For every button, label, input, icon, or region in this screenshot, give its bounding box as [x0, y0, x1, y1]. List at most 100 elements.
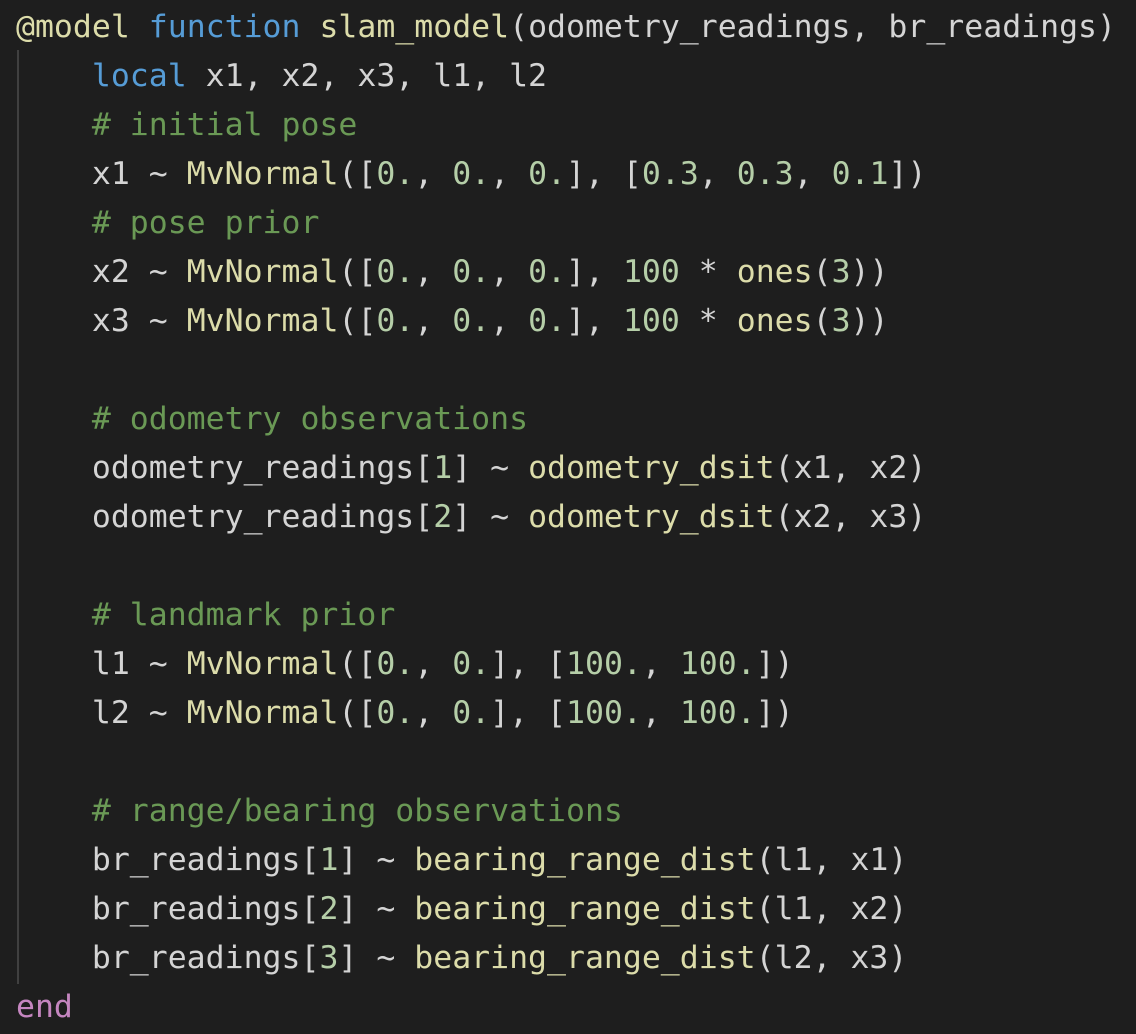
code-token: , [698, 156, 737, 192]
code-token: * [679, 254, 737, 290]
code-token: 0. [376, 303, 415, 339]
code-token: ([ [338, 254, 377, 290]
code-token: x1 ~ [16, 156, 187, 192]
code-token: , [414, 646, 453, 682]
code-token: (l1, x2) [755, 891, 908, 927]
code-token: (x1, x2) [774, 450, 927, 486]
code-token: # initial pose [91, 107, 358, 143]
code-line[interactable]: odometry_readings[2] ~ odometry_dsit(x2,… [16, 493, 926, 542]
code-line[interactable]: l1 ~ MvNormal([0., 0.], [100., 100.]) [16, 640, 794, 689]
code-token: l2 ~ [16, 695, 187, 731]
code-token: (l2, x3) [755, 940, 908, 976]
code-line[interactable]: x3 ~ MvNormal([0., 0., 0.], 100 * ones(3… [16, 297, 889, 346]
code-token: 0. [376, 156, 415, 192]
code-token: bearing_range_dist [414, 842, 756, 878]
code-token: ([ [338, 303, 377, 339]
code-token: 1 [319, 842, 339, 878]
code-token: 0. [452, 695, 491, 731]
code-token: br_readings[ [16, 842, 320, 878]
code-token: ( [812, 303, 832, 339]
code-token: 2 [433, 499, 453, 535]
code-token: @model [16, 9, 130, 45]
code-token: 0.3 [641, 156, 699, 192]
code-token: odometry_readings[ [16, 450, 434, 486]
code-token: x1, x2, x3, l1, l2 [186, 58, 548, 94]
code-line[interactable]: # pose prior [16, 199, 320, 248]
code-token: 100. [679, 695, 756, 731]
code-token: end [16, 989, 73, 1025]
code-token: # range/bearing observations [91, 793, 623, 829]
code-line[interactable]: x2 ~ MvNormal([0., 0., 0.], 100 * ones(3… [16, 248, 889, 297]
code-token: , [414, 156, 453, 192]
code-token: 3 [319, 940, 339, 976]
code-token: ([ [338, 646, 377, 682]
code-token: l1 ~ [16, 646, 187, 682]
code-token: ] ~ [338, 891, 415, 927]
code-token: bearing_range_dist [414, 891, 756, 927]
code-token: 0. [376, 646, 415, 682]
code-token: 0. [452, 646, 491, 682]
code-token: 0.1 [831, 156, 889, 192]
code-token: ]) [888, 156, 927, 192]
code-line[interactable]: @model function slam_model(odometry_read… [16, 3, 1116, 52]
code-token: , [414, 254, 453, 290]
code-token: )) [850, 254, 889, 290]
code-token: function [148, 9, 301, 45]
code-token: 2 [319, 891, 339, 927]
code-token: * [679, 303, 737, 339]
code-token: 0.3 [736, 156, 794, 192]
code-token: , [490, 303, 529, 339]
code-line[interactable]: br_readings[3] ~ bearing_range_dist(l2, … [16, 934, 908, 983]
code-token: ] ~ [338, 842, 415, 878]
code-token: (x2, x3) [774, 499, 927, 535]
code-token: (l1, x1) [755, 842, 908, 878]
code-token: MvNormal [186, 695, 339, 731]
code-token: 0. [528, 303, 567, 339]
code-token: MvNormal [186, 303, 339, 339]
code-token: , [793, 156, 832, 192]
code-token: , [414, 303, 453, 339]
code-token: ], [ [566, 156, 642, 192]
code-line[interactable]: l2 ~ MvNormal([0., 0.], [100., 100.]) [16, 689, 794, 738]
code-token: odometry_readings[ [16, 499, 434, 535]
code-token: ]) [755, 695, 794, 731]
code-line[interactable]: br_readings[1] ~ bearing_range_dist(l1, … [16, 836, 908, 885]
code-token: ([ [338, 156, 377, 192]
code-token: x3 ~ [16, 303, 187, 339]
code-line[interactable]: # odometry observations [16, 395, 528, 444]
code-token: 0. [452, 254, 491, 290]
code-token: ones [736, 254, 813, 290]
code-editor[interactable]: @model function slam_model(odometry_read… [0, 0, 1136, 1034]
code-token: , [490, 156, 529, 192]
code-token: MvNormal [186, 646, 339, 682]
code-token: (odometry_readings, br_readings) [509, 9, 1116, 45]
code-token: MvNormal [186, 254, 339, 290]
code-line[interactable]: # range/bearing observations [16, 787, 623, 836]
code-token: odometry_dsit [528, 499, 775, 535]
code-token: ([ [338, 695, 377, 731]
code-line[interactable]: odometry_readings[1] ~ odometry_dsit(x1,… [16, 444, 926, 493]
code-token: slam_model [319, 9, 510, 45]
code-token: , [641, 695, 680, 731]
code-token: 3 [831, 254, 851, 290]
code-token: ] ~ [452, 450, 529, 486]
code-token: , [641, 646, 680, 682]
code-token: # pose prior [91, 205, 320, 241]
code-token: # landmark prior [91, 597, 396, 633]
code-line[interactable]: x1 ~ MvNormal([0., 0., 0.], [0.3, 0.3, 0… [16, 150, 927, 199]
code-line[interactable]: end [16, 983, 73, 1032]
code-token: MvNormal [186, 156, 339, 192]
code-line[interactable]: br_readings[2] ~ bearing_range_dist(l1, … [16, 885, 908, 934]
code-token: ( [812, 254, 832, 290]
code-line[interactable]: # landmark prior [16, 591, 395, 640]
code-token: ] ~ [338, 940, 415, 976]
code-line[interactable]: local x1, x2, x3, l1, l2 [16, 52, 547, 101]
code-token: 100. [566, 646, 642, 682]
code-line[interactable]: # initial pose [16, 101, 358, 150]
